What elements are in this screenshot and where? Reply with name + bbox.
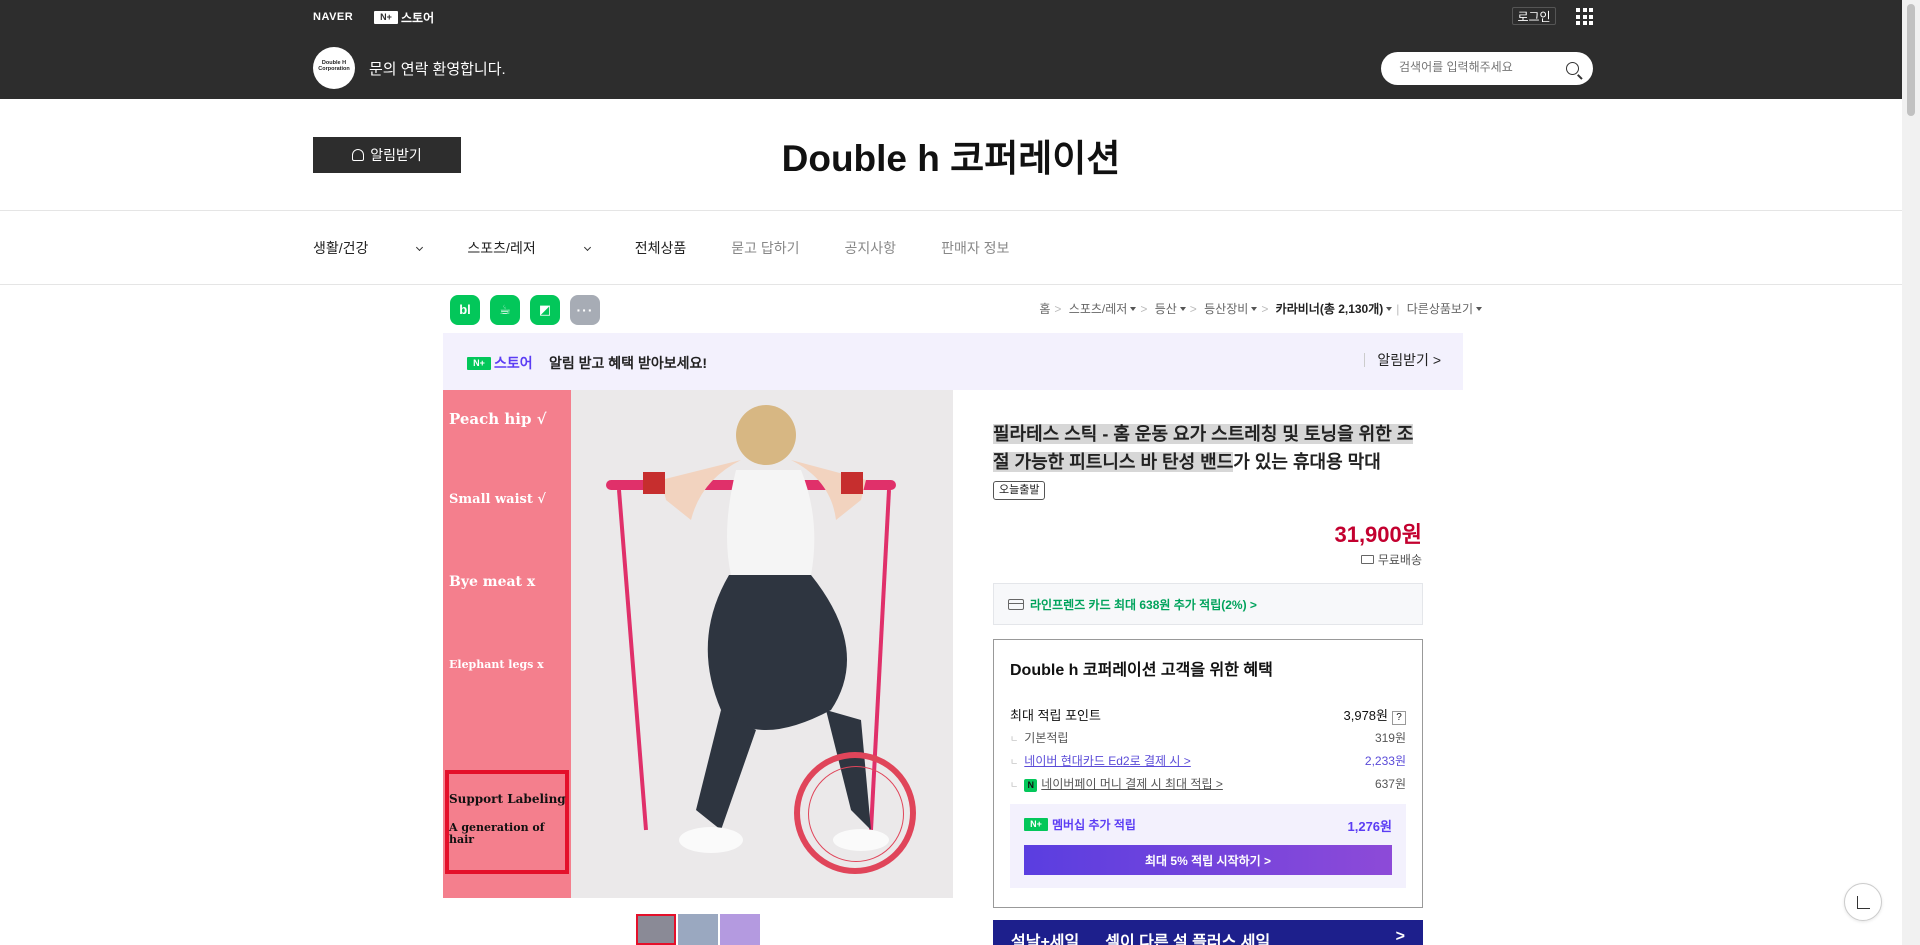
truck-icon <box>1360 555 1374 564</box>
card-points-value: 2,233원 <box>1364 754 1406 768</box>
page: NAVER N+ 스토어 로그인 Double H Corporation 문의… <box>0 0 1920 945</box>
sale-banner[interactable]: 설날+세일 셀이 다른 설 플러스 세일 > <box>993 920 1423 945</box>
promo-text: 알림 받고 혜택 받아보세요! <box>549 355 708 371</box>
nav-item-all-products[interactable]: 전체상품 <box>635 238 687 258</box>
chevron-down-icon <box>583 243 591 252</box>
nstore-brand-label: 스토어 <box>494 355 533 371</box>
help-icon[interactable]: ? <box>1392 711 1406 725</box>
store-title[interactable]: Double h 코퍼레이션 <box>0 128 1902 182</box>
npay-icon: N <box>1024 779 1038 792</box>
nav-item-sports[interactable]: 스포츠/레저 <box>467 238 591 258</box>
apps-grid-icon[interactable] <box>1576 8 1593 25</box>
image-label: Peach hip √ <box>449 410 547 428</box>
divider <box>0 210 1902 211</box>
category-nav: 생활/건강 스포츠/레저 전체상품 묻고 답하기 공지사항 판매자 정보 <box>313 238 1054 258</box>
nav-item-seller-info[interactable]: 판매자 정보 <box>941 238 1009 258</box>
store-logo[interactable]: Double H Corporation <box>313 47 355 89</box>
customer-benefit-box: Double h 코퍼레이션 고객을 위한 혜택 최대 적립 포인트 3,978… <box>993 639 1423 908</box>
sale-banner-subtitle: 셀이 다른 설 플러스 세일 <box>1105 934 1271 945</box>
benefit-heading: Double h 코퍼레이션 고객을 위한 혜택 <box>1010 662 1273 679</box>
promo-alarm-link[interactable]: 알림받기 > <box>1364 353 1441 367</box>
basic-points-row: 기본적립 319원 <box>1010 729 1406 746</box>
product-title: 필라테스 스틱 - 홈 운동 요가 스트레칭 및 토닝을 위한 조절 가능한 피… <box>993 420 1425 504</box>
today-shipping-tag: 오늘출발 <box>993 481 1046 500</box>
breadcrumb-other-products[interactable]: 다른상품보기 <box>1407 302 1482 316</box>
scrollbar-thumb[interactable] <box>1907 4 1915 116</box>
max-points-row: 최대 적립 포인트 3,978원? <box>1010 705 1406 725</box>
card-points-link[interactable]: 네이버 현대카드 Ed2로 결제 시 > <box>1024 754 1190 768</box>
global-header: NAVER N+ 스토어 로그인 Double H Corporation 문의… <box>0 0 1902 99</box>
nplus-badge: N+ <box>374 11 398 24</box>
naver-logo[interactable]: NAVER <box>313 11 353 23</box>
blog-icon[interactable]: bl <box>450 295 480 325</box>
store-welcome-text: 문의 연락 환영합니다. <box>369 61 506 78</box>
more-icon[interactable]: ··· <box>570 295 600 325</box>
nstore-label: 스토어 <box>401 11 435 25</box>
same-day-shipping-stamp <box>794 752 916 874</box>
shipping-info: 무료배송 <box>1360 551 1422 568</box>
npay-points-value: 637원 <box>1374 777 1406 791</box>
thumbnail-strip <box>636 914 760 945</box>
search-box <box>1381 52 1593 85</box>
bookmark-icon[interactable]: ◩ <box>530 295 560 325</box>
nav-item-health[interactable]: 생활/건강 <box>313 238 424 258</box>
breadcrumb-carabiner[interactable]: 카라비너(총 2,130개) <box>1276 302 1393 316</box>
basic-points-label: 기본적립 <box>1010 729 1068 746</box>
nav-item-qna[interactable]: 묻고 답하기 <box>731 238 799 258</box>
divider <box>0 284 1902 285</box>
sale-banner-title: 설날+세일 <box>1011 934 1080 945</box>
image-label: A generation of hair <box>449 821 545 846</box>
max-points-label: 최대 적립 포인트 <box>1010 708 1101 723</box>
max-points-value: 3,978원 <box>1343 708 1389 723</box>
search-input[interactable] <box>1399 60 1559 74</box>
alarm-promo-banner: N+ 스토어 알림 받고 혜택 받아보세요! 알림받기 > <box>443 333 1463 390</box>
membership-box: N+ 멤버십 추가 적립 1,276원 최대 5% 적립 시작하기 > <box>1010 804 1406 888</box>
npay-points-link[interactable]: 네이버페이 머니 결제 시 최대 적립 > <box>1041 777 1223 791</box>
shipping-label: 무료배송 <box>1377 553 1422 567</box>
nstore-logo[interactable]: N+ 스토어 <box>374 9 434 26</box>
nav-item-notice[interactable]: 공지사항 <box>845 238 897 258</box>
image-label: Small waist √ <box>449 492 546 507</box>
membership-value: 1,276원 <box>1347 819 1393 834</box>
login-button[interactable]: 로그인 <box>1512 7 1556 25</box>
image-label: Elephant legs x <box>449 658 544 671</box>
chevron-down-icon <box>416 243 424 252</box>
talk-icon[interactable]: ☕ <box>490 295 520 325</box>
image-label: Support Labeling <box>449 792 566 806</box>
share-icons: bl ☕ ◩ ··· <box>450 295 600 325</box>
credit-card-icon <box>1008 598 1024 610</box>
feature-column: Peach hip √ Small waist √ Bye meat x Ele… <box>443 390 571 898</box>
search-icon[interactable] <box>1566 62 1579 75</box>
thumbnail[interactable] <box>720 914 760 945</box>
share-button[interactable] <box>1844 883 1882 921</box>
breadcrumb: 홈 > 스포츠/레저 > 등산 > 등산장비 > 카라비너(총 2,130개) | 다른상… <box>1039 300 1482 317</box>
breadcrumb-hiking-gear[interactable]: 등산장비 <box>1204 302 1258 316</box>
nstore-brand: N+ 스토어 <box>467 353 533 373</box>
breadcrumb-home[interactable]: 홈 <box>1039 302 1050 316</box>
nplus-badge: N+ <box>1024 818 1048 831</box>
image-label: Bye meat x <box>449 574 536 590</box>
card-benefit-text: 라인프렌즈 카드 최대 638원 추가 적립(2%) > <box>1030 597 1257 612</box>
product-title-rest: 가 있는 휴대용 막대 <box>1233 452 1381 472</box>
thumbnail[interactable] <box>636 914 676 945</box>
npay-points-row: N네이버페이 머니 결제 시 최대 적립 > 637원 <box>1010 775 1406 792</box>
product-main-image[interactable]: Peach hip √ Small waist √ Bye meat x Ele… <box>443 390 953 898</box>
thumbnail[interactable] <box>678 914 718 945</box>
basic-points-value: 319원 <box>1374 731 1406 745</box>
breadcrumb-sports[interactable]: 스포츠/레저 <box>1069 302 1137 316</box>
card-points-row: 네이버 현대카드 Ed2로 결제 시 > 2,233원 <box>1010 752 1406 769</box>
membership-start-button[interactable]: 최대 5% 적립 시작하기 > <box>1024 845 1392 875</box>
breadcrumb-hiking[interactable]: 등산 <box>1155 302 1186 316</box>
card-benefit-link[interactable]: 라인프렌즈 카드 최대 638원 추가 적립(2%) > <box>993 583 1423 625</box>
product-price: 31,900원 <box>1334 522 1422 547</box>
membership-label: N+ 멤버십 추가 적립 <box>1024 816 1136 833</box>
chevron-right-icon: > <box>1395 928 1405 945</box>
scrollbar[interactable] <box>1902 0 1920 945</box>
nplus-badge: N+ <box>467 356 491 370</box>
